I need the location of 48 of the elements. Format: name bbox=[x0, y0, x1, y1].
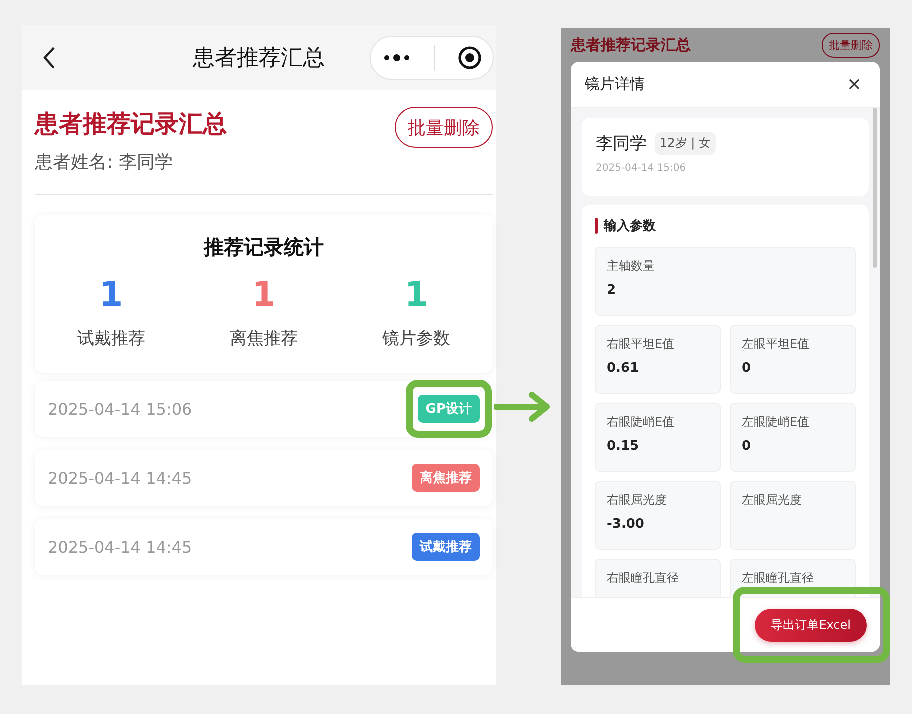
batch-delete-button[interactable]: 批量删除 bbox=[395, 107, 493, 148]
stat-count: 1 bbox=[252, 275, 276, 315]
stat-count: 1 bbox=[404, 275, 428, 315]
param-value: 2 bbox=[607, 283, 618, 298]
param-label: 左眼屈光度 bbox=[742, 492, 803, 509]
stats-title: 推荐记录统计 bbox=[204, 234, 324, 261]
summary-title: 患者推荐记录汇总 bbox=[35, 109, 227, 140]
param-label: 右眼平坦E值 bbox=[607, 336, 676, 353]
param-label: 主轴数量 bbox=[607, 258, 656, 275]
record-tag[interactable]: 离焦推荐 bbox=[412, 464, 480, 492]
record-row[interactable]: 2025-04-14 14:45 试戴推荐 bbox=[35, 519, 493, 575]
page-title: 患者推荐汇总 bbox=[193, 44, 325, 72]
record-time: 2025-04-14 14:45 bbox=[48, 538, 192, 556]
close-button[interactable]: × bbox=[842, 74, 866, 95]
stat-label: 镜片参数 bbox=[382, 328, 451, 350]
param-value: 0.15 bbox=[607, 439, 640, 454]
param-label: 右眼陡峭E值 bbox=[607, 414, 676, 431]
param-value: 0 bbox=[742, 439, 752, 454]
param-value: -3.00 bbox=[607, 517, 646, 532]
dialog-title: 镜片详情 bbox=[585, 75, 645, 94]
param-label: 左眼陡峭E值 bbox=[742, 414, 811, 431]
param-value: 0.61 bbox=[607, 361, 640, 376]
section-marker bbox=[595, 218, 598, 234]
export-excel-button[interactable]: 导出订单Excel bbox=[755, 608, 867, 642]
record-time: 2025-04-14 15:06 bbox=[596, 163, 688, 174]
record-row[interactable]: 2025-04-14 14:45 离焦推荐 bbox=[35, 450, 493, 506]
patient-info-tag: 12岁 | 女 bbox=[655, 132, 716, 155]
record-time: 2025-04-14 15:06 bbox=[48, 400, 192, 418]
stat-label: 试戴推荐 bbox=[77, 328, 146, 350]
target-icon[interactable] bbox=[458, 46, 482, 70]
pointer-arrow bbox=[494, 390, 552, 424]
param-label: 右眼屈光度 bbox=[607, 492, 668, 509]
back-icon[interactable] bbox=[42, 46, 56, 70]
stat-label: 离焦推荐 bbox=[230, 328, 298, 350]
param-value: 0 bbox=[742, 361, 752, 376]
param-label: 左眼瞳孔直径 bbox=[742, 570, 815, 587]
stat-count: 1 bbox=[99, 275, 124, 315]
more-icon[interactable] bbox=[382, 52, 410, 62]
param-label: 左眼平坦E值 bbox=[742, 336, 811, 353]
patient-name: 患者姓名: 李同学 bbox=[35, 151, 174, 174]
patient-name: 李同学 bbox=[596, 133, 647, 155]
record-row[interactable]: 2025-04-14 15:06 GP设计 bbox=[35, 381, 493, 437]
record-time: 2025-04-14 14:45 bbox=[48, 468, 192, 488]
param-label: 右眼瞳孔直径 bbox=[607, 570, 680, 587]
record-tag[interactable]: GP设计 bbox=[418, 395, 480, 423]
record-tag[interactable]: 试戴推荐 bbox=[412, 533, 480, 561]
summary-title: 患者推荐记录汇总 bbox=[571, 36, 691, 54]
section-title: 输入参数 bbox=[604, 218, 656, 235]
